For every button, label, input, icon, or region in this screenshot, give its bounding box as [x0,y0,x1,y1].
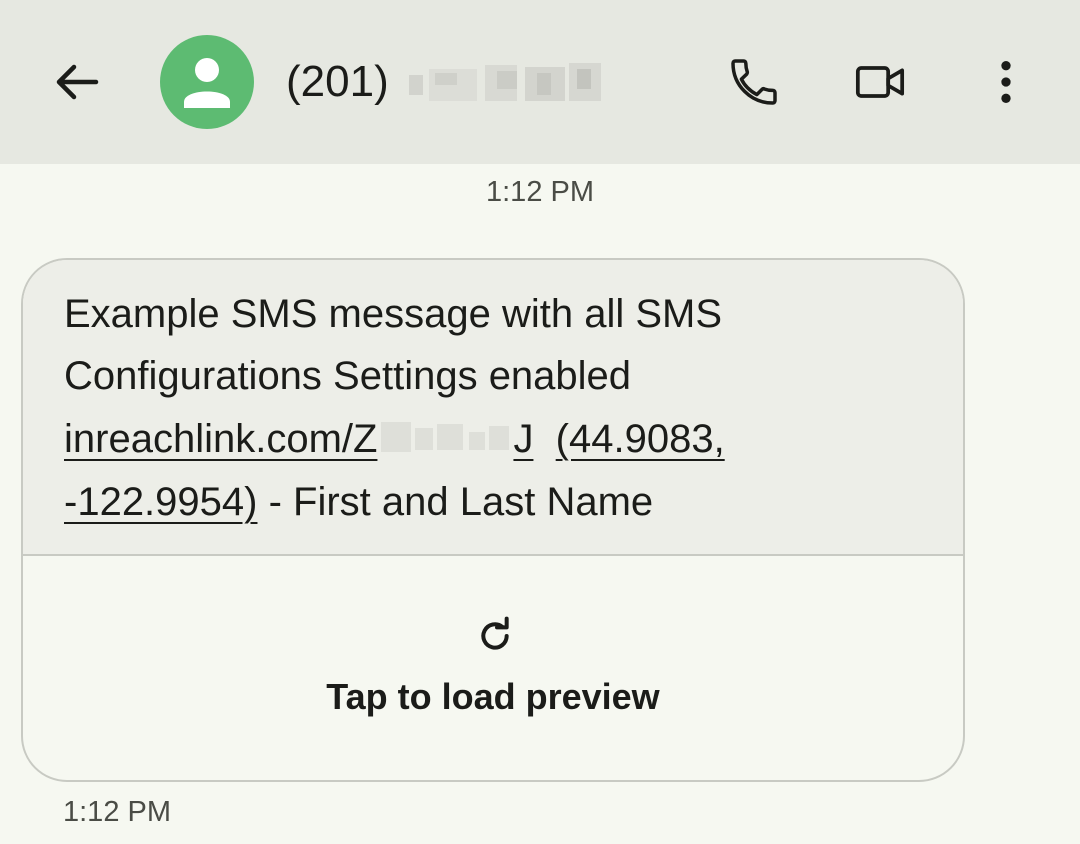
top-app-bar: (201) [0,0,1080,164]
contact-title[interactable]: (201) [286,52,601,112]
message-line: inreachlink.com/Z J (44.9083, [64,415,725,463]
coordinates-link-end[interactable]: -122.9954) [64,480,257,524]
coordinates-link-start[interactable]: (44.9083, [556,417,725,461]
sender-name-text: - First and Last Name [257,480,654,524]
back-button[interactable] [46,54,106,110]
video-camera-icon [855,66,905,98]
message-line: Configurations Settings enabled [64,354,632,398]
load-preview-label: Tap to load preview [326,676,660,717]
message-timestamp: 1:12 PM [486,176,594,208]
message-line: Example SMS message with all SMS [64,292,723,336]
more-vert-icon [1001,61,1011,103]
inreach-link[interactable]: inreachlink.com/Z J [64,417,533,461]
link-suffix: J [513,417,534,461]
video-call-button[interactable] [850,52,910,112]
message-bubble[interactable]: Example SMS message with all SMS Configu… [21,258,965,782]
contact-number-prefix: (201) [286,57,389,106]
person-icon [184,58,230,108]
contact-number-redacted [408,59,601,105]
link-prefix: inreachlink.com/Z [64,417,378,461]
call-button[interactable] [724,52,784,112]
refresh-icon [481,616,509,650]
link-redacted [377,420,513,456]
message-text: Example SMS message with all SMS Configu… [23,260,963,556]
more-options-button[interactable] [976,52,1036,112]
message-timestamp: 1:12 PM [63,796,171,828]
message-line: -122.9954) - First and Last Name [64,478,653,526]
avatar[interactable] [160,35,254,129]
arrow-left-icon [56,64,99,100]
phone-icon [731,59,777,105]
link-preview-card[interactable]: Tap to load preview [23,556,963,780]
